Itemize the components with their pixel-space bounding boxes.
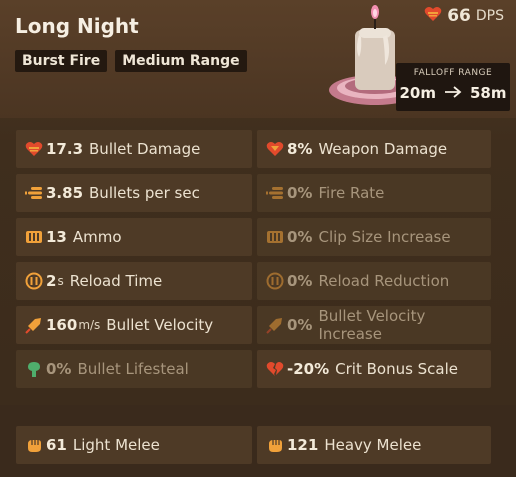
stat-value: 3.85 [46,184,84,202]
stat-clip-size-increase: 0% Clip Size Increase [257,218,491,256]
stat-label: Ammo [72,228,122,246]
stat-unit: s [57,274,64,288]
reload-icon [25,272,43,290]
stat-value: 160 [46,316,78,334]
stat-label: Light Melee [72,436,160,454]
stat-bullet-lifesteal: 0% Bullet Lifesteal [16,350,252,388]
stat-value: 2 [46,272,57,290]
stat-value: 17.3 [46,140,84,158]
bullet-velocity-icon [266,316,284,334]
stat-label: Bullet Lifesteal [77,360,189,378]
dps-display: 66 DPS [424,6,504,26]
heart-bullet-icon [424,6,442,26]
stat-value: 61 [46,436,67,454]
dps-value: 66 [447,6,471,26]
stat-value: -20% [287,360,330,378]
fist-icon [266,436,284,454]
tag-range: Medium Range [115,50,247,72]
stat-value: 0% [287,272,313,290]
stat-light-melee: 61 Light Melee [16,426,252,464]
stat-label: Reload Time [69,272,163,290]
heart-bullet-icon [25,140,43,158]
stat-value: 13 [46,228,67,246]
weapon-card: Long Night Burst Fire Medium Range 66 DP… [0,0,516,477]
stat-label: Bullet Velocity [106,316,214,334]
weapon-name: Long Night [15,14,139,38]
ammo-icon [25,228,43,246]
arrow-right-icon [444,84,462,102]
stat-grid: 17.3 Bullet Damage 8% Weapon Damage 3.85… [16,130,496,390]
stat-reload-time: 2 s Reload Time [16,262,252,300]
stat-value: 0% [46,360,72,378]
lifesteal-icon [25,360,43,378]
weapon-header: Long Night Burst Fire Medium Range 66 DP… [0,0,516,118]
stat-crit-bonus-scale: -20% Crit Bonus Scale [257,350,491,388]
weapon-tags: Burst Fire Medium Range [15,50,247,72]
fire-rate-icon [25,184,43,202]
stat-unit: m/s [78,318,101,332]
stat-label: Bullet Velocity Increase [318,307,426,343]
stat-value: 0% [287,316,313,334]
stat-heavy-melee: 121 Heavy Melee [257,426,491,464]
stat-label: Fire Rate [318,184,385,202]
reload-icon [266,272,284,290]
fire-rate-icon [266,184,284,202]
stat-bullet-velocity: 160 m/s Bullet Velocity [16,306,252,344]
tag-fire-mode: Burst Fire [15,50,108,72]
stat-bullet-damage: 17.3 Bullet Damage [16,130,252,168]
stat-label: Bullets per sec [89,184,200,202]
falloff-range-box: FALLOFF RANGE 20m 58m [396,63,510,111]
stat-value: 0% [287,228,313,246]
stat-reload-reduction: 0% Reload Reduction [257,262,491,300]
stat-label: Heavy Melee [324,436,422,454]
fist-icon [25,436,43,454]
stat-bullet-velocity-increase: 0% Bullet Velocity Increase [257,306,491,344]
falloff-range: 20m 58m [396,84,510,102]
stat-label: Bullet Damage [89,140,201,158]
stat-label: Reload Reduction [318,272,450,290]
stat-value: 121 [287,436,319,454]
broken-heart-icon [266,360,284,378]
stat-label: Clip Size Increase [318,228,451,246]
falloff-max: 58m [470,84,507,102]
dps-unit: DPS [475,8,504,24]
stat-bullets-per-sec: 3.85 Bullets per sec [16,174,252,212]
falloff-label: FALLOFF RANGE [413,68,493,78]
stat-label: Crit Bonus Scale [335,360,459,378]
stat-weapon-damage: 8% Weapon Damage [257,130,491,168]
stat-ammo: 13 Ammo [16,218,252,256]
stat-label: Weapon Damage [318,140,448,158]
heart-down-icon [266,140,284,158]
stat-value: 8% [287,140,313,158]
stat-value: 0% [287,184,313,202]
falloff-min: 20m [399,84,436,102]
stat-fire-rate: 0% Fire Rate [257,174,491,212]
ammo-icon [266,228,284,246]
bullet-velocity-icon [25,316,43,334]
